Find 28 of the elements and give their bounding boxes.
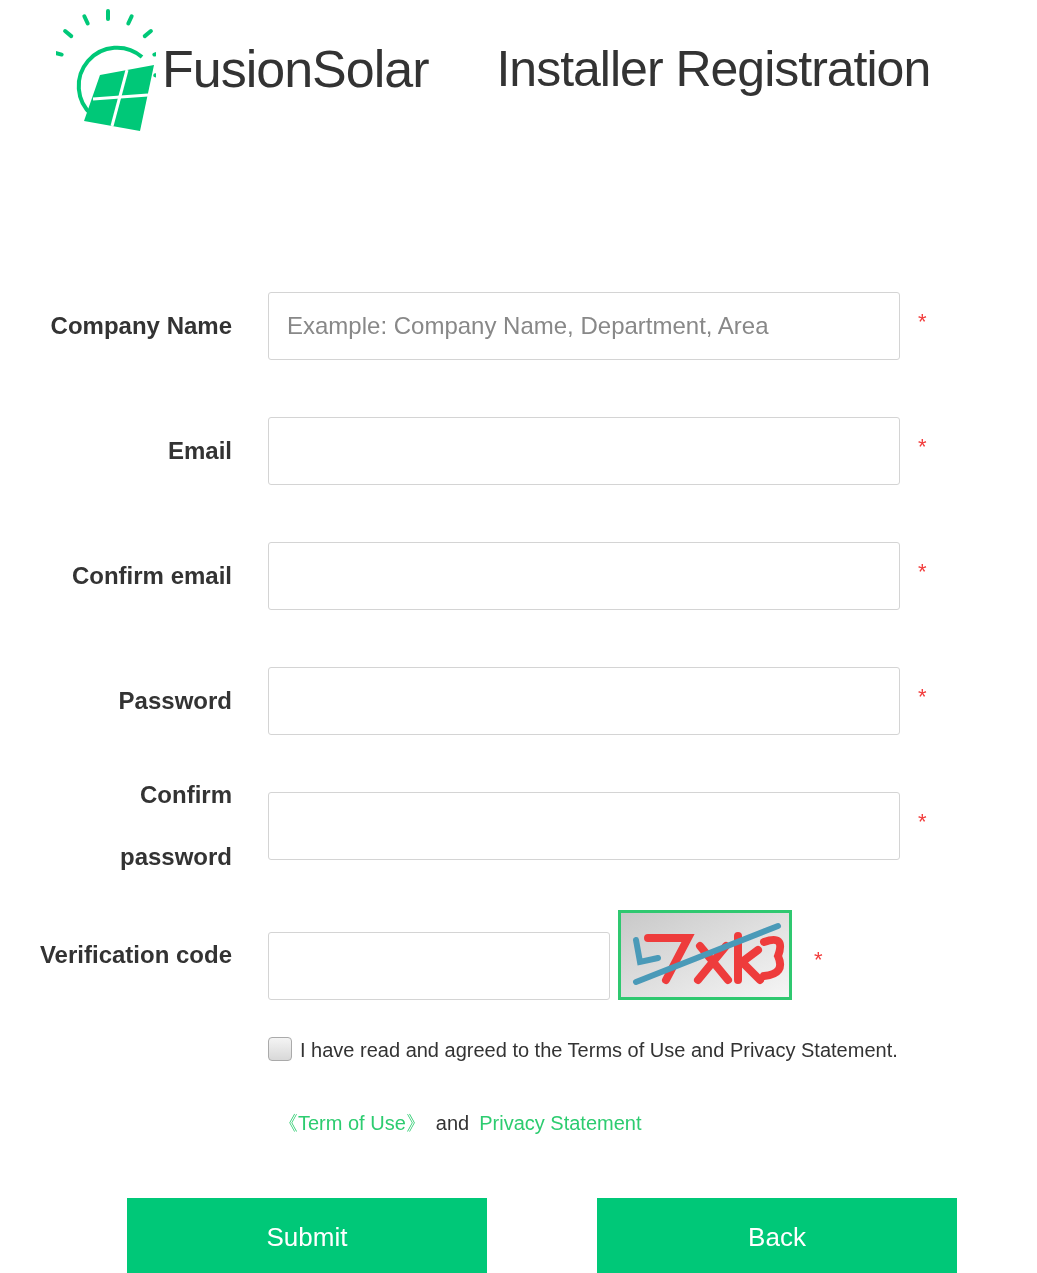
- terms-link[interactable]: 《Term of Use》: [278, 1112, 426, 1134]
- input-field[interactable]: [268, 417, 900, 485]
- brand-name: FusionSolar: [162, 39, 429, 99]
- field-label: Confirm email: [70, 561, 232, 591]
- required-mark: *: [814, 947, 823, 973]
- required-mark: *: [918, 434, 927, 460]
- input-field[interactable]: [268, 542, 900, 610]
- agreement-checkbox[interactable]: [268, 1036, 292, 1061]
- required-mark: *: [918, 809, 927, 835]
- field-label: Password: [117, 686, 232, 716]
- logo-icon: [56, 7, 156, 131]
- field-label: Confirm password: [118, 780, 232, 872]
- field-label: Verification code: [38, 940, 232, 970]
- field-label: Company Name: [49, 311, 232, 341]
- required-mark: *: [918, 684, 927, 710]
- back-button[interactable]: Back: [597, 1198, 957, 1273]
- agreement-text: I have read and agreed to the Terms of Use and Privacy Statement.: [300, 1039, 898, 1061]
- input-field[interactable]: [268, 667, 900, 735]
- input-field[interactable]: [268, 792, 900, 860]
- input-field[interactable]: [268, 932, 610, 1000]
- field-label: Email: [166, 436, 232, 466]
- submit-button[interactable]: Submit: [127, 1198, 487, 1273]
- privacy-link[interactable]: Privacy Statement: [479, 1112, 642, 1134]
- required-mark: *: [918, 309, 927, 335]
- required-mark: *: [918, 559, 927, 585]
- page-title: Installer Registration: [496, 40, 931, 98]
- joiner-text: and: [435, 1112, 470, 1134]
- input-field[interactable]: Example: Company Name, Department, Area: [268, 292, 900, 360]
